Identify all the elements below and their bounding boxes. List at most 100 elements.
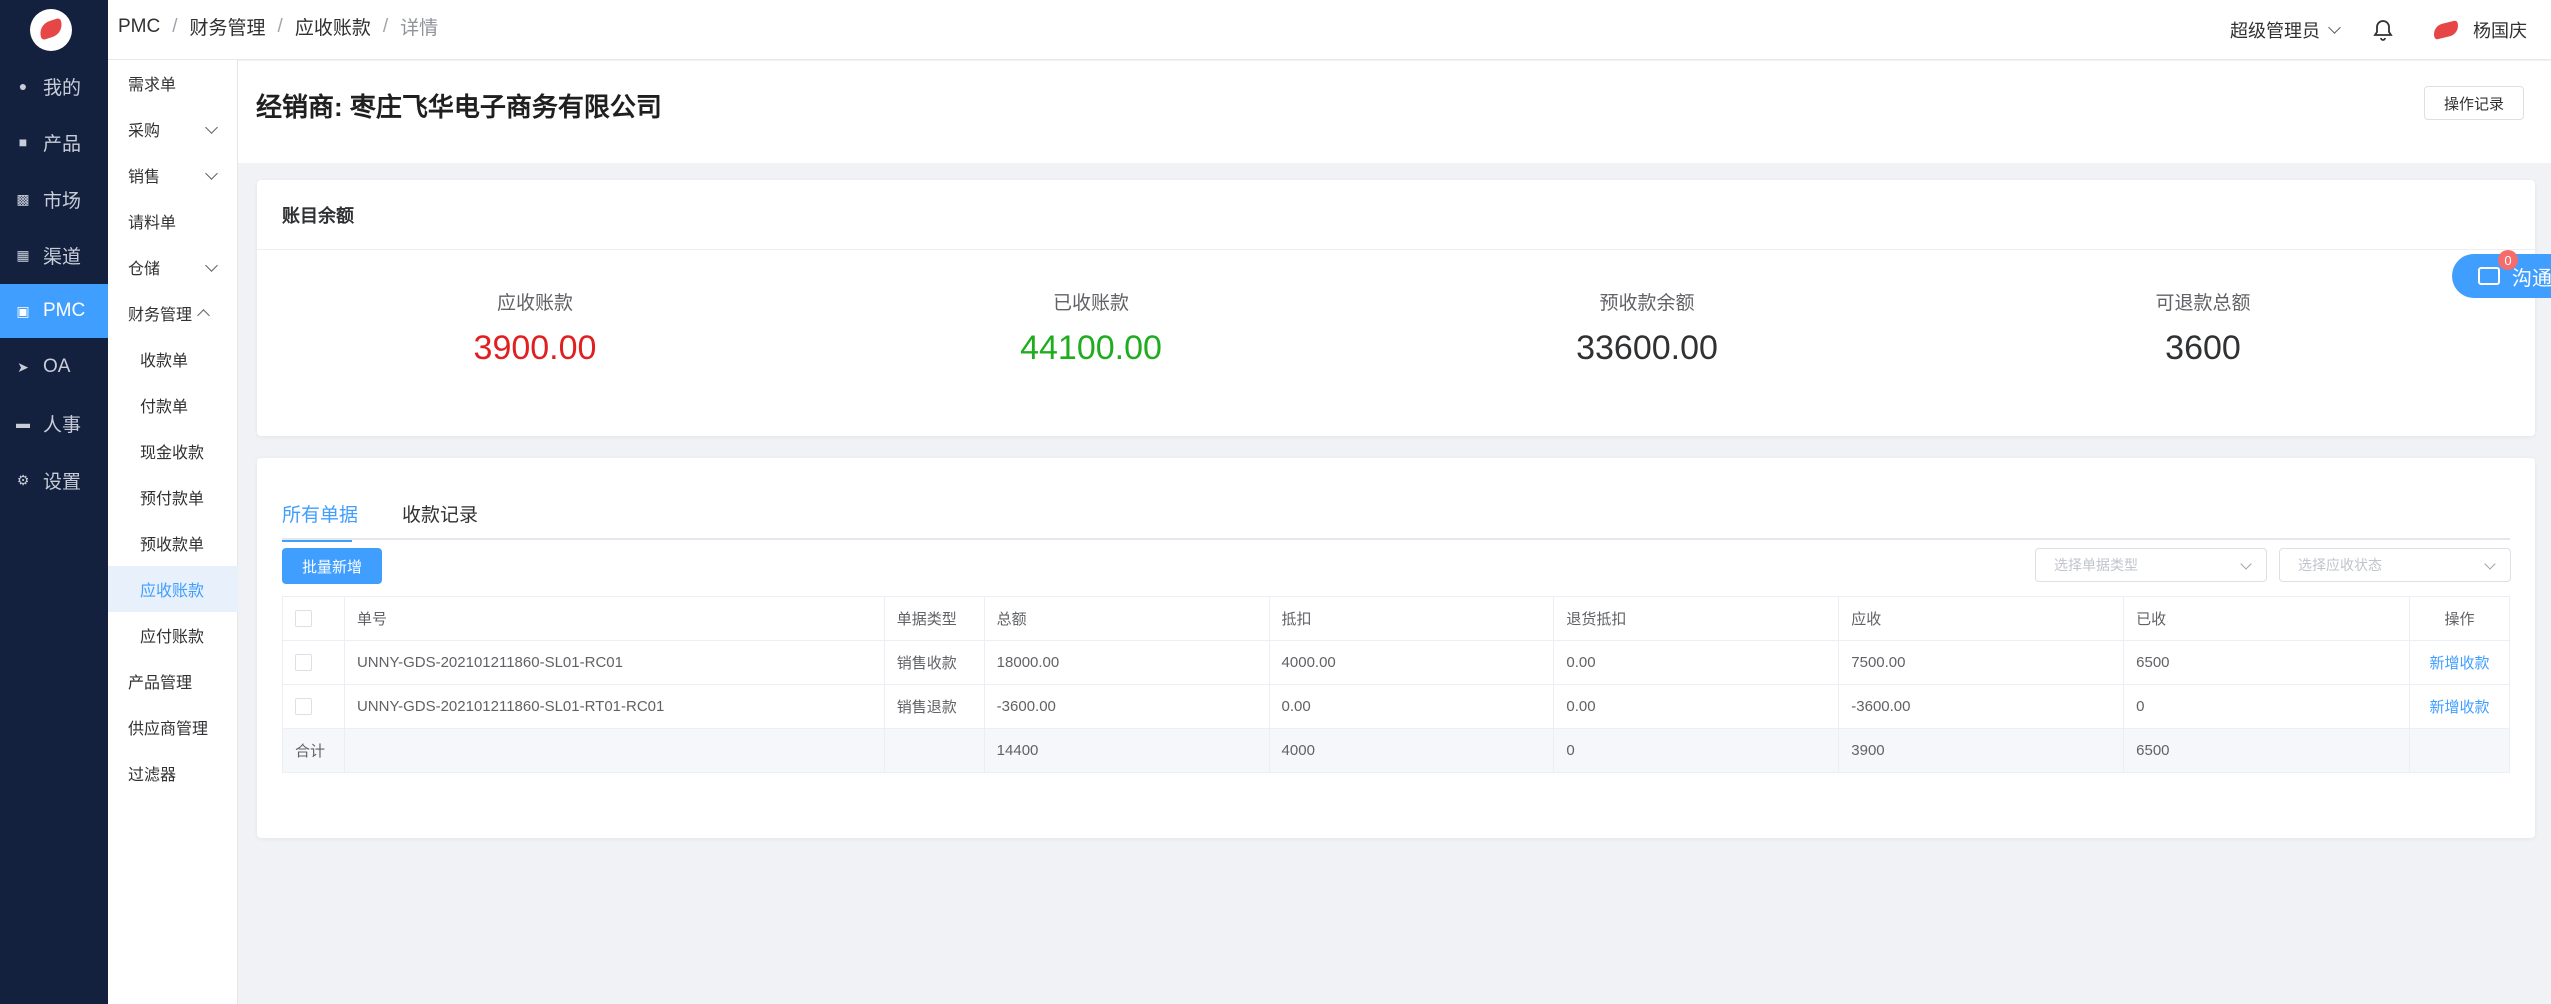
tab-label: 收款记录 bbox=[402, 505, 479, 526]
submenu-label: 请料单 bbox=[128, 215, 177, 232]
submenu-item-payables[interactable]: 应付账款 bbox=[108, 612, 238, 658]
cell-action: 新增收款 bbox=[2409, 684, 2510, 729]
tab-all-documents[interactable]: 所有单据 bbox=[282, 500, 359, 542]
clipboard-icon: ▣ bbox=[16, 303, 30, 319]
bird-logo-icon bbox=[37, 17, 65, 41]
chevron-down-icon bbox=[205, 167, 218, 180]
nav-item-product[interactable]: ■ 产品 bbox=[0, 115, 108, 169]
submenu-label: 财务管理 bbox=[128, 307, 193, 324]
select-placeholder: 选择应收状态 bbox=[2298, 557, 2382, 573]
tab-active-indicator bbox=[282, 540, 352, 542]
add-receipt-link[interactable]: 新增收款 bbox=[2429, 655, 2489, 672]
submenu-item-advance-receipt[interactable]: 预收款单 bbox=[108, 520, 238, 566]
nav-item-mine[interactable]: ● 我的 bbox=[0, 59, 108, 113]
cell-deduct: 0.00 bbox=[1268, 684, 1555, 729]
nav-item-pmc[interactable]: ▣ PMC bbox=[0, 284, 108, 338]
column-header: 总额 bbox=[983, 596, 1270, 641]
stat-label: 应收账款 bbox=[496, 293, 573, 314]
tab-label: 所有单据 bbox=[282, 505, 359, 526]
column-header: 操作 bbox=[2409, 596, 2510, 641]
submenu-item-receivables[interactable]: 应收账款 bbox=[108, 566, 238, 612]
submenu-item-finance[interactable]: 财务管理 bbox=[108, 290, 238, 336]
bell-icon[interactable] bbox=[2371, 18, 2395, 42]
unread-badge: 0 bbox=[2498, 250, 2518, 270]
submenu-label: 应付账款 bbox=[140, 629, 205, 646]
role-dropdown[interactable]: 超级管理员 bbox=[2230, 17, 2341, 43]
nav-item-hr[interactable]: ▬ 人事 bbox=[0, 396, 108, 450]
receivable-status-select[interactable]: 选择应收状态 bbox=[2279, 548, 2511, 582]
summary-label: 合计 bbox=[282, 728, 345, 773]
role-label: 超级管理员 bbox=[2230, 21, 2320, 41]
submenu-item-payment[interactable]: 付款单 bbox=[108, 382, 238, 428]
summary-return-deduct: 0 bbox=[1553, 728, 1840, 773]
submenu-item-prepayment[interactable]: 预付款单 bbox=[108, 474, 238, 520]
breadcrumb-item[interactable]: 应收账款 bbox=[295, 13, 371, 40]
chevron-down-icon bbox=[205, 121, 218, 134]
submenu-label: 收款单 bbox=[140, 353, 189, 370]
stat-label: 已收账款 bbox=[1052, 293, 1129, 314]
user-name[interactable]: 杨国庆 bbox=[2473, 17, 2527, 43]
submenu-item-product-management[interactable]: 产品管理 bbox=[108, 658, 238, 704]
column-header: 应收 bbox=[1838, 596, 2125, 641]
row-checkbox[interactable] bbox=[295, 654, 312, 672]
operation-log-button[interactable]: 操作记录 bbox=[2424, 86, 2524, 120]
select-all-checkbox[interactable] bbox=[295, 610, 312, 628]
chevron-down-icon bbox=[2328, 21, 2341, 34]
submenu-item-material-request[interactable]: 请料单 bbox=[108, 198, 238, 244]
breadcrumb-item[interactable]: 财务管理 bbox=[190, 13, 266, 40]
submenu-item-cash-receipt[interactable]: 现金收款 bbox=[108, 428, 238, 474]
tab-receipt-records[interactable]: 收款记录 bbox=[402, 500, 478, 540]
cell-receivable: 7500.00 bbox=[1838, 640, 2125, 685]
nav-item-oa[interactable]: ➤ OA bbox=[0, 340, 108, 394]
nav-item-channel[interactable]: ▦ 渠道 bbox=[0, 228, 108, 282]
stat-receivable: 应收账款 3900.00 bbox=[257, 288, 813, 368]
bird-logo-icon bbox=[2431, 20, 2461, 40]
briefcase-icon: ■ bbox=[18, 134, 28, 150]
top-header: PMC / 财务管理 / 应收账款 / 详情 超级管理员 杨国庆 bbox=[108, 0, 2551, 60]
column-header: 单据类型 bbox=[883, 596, 985, 641]
documents-table: 单号 单据类型 总额 抵扣 退货抵扣 应收 已收 操作 UNNY-GDS-202… bbox=[282, 596, 2510, 773]
cell-received: 0 bbox=[2123, 684, 2410, 729]
chevron-up-icon bbox=[197, 309, 210, 322]
cell-doc-type: 销售收款 bbox=[883, 640, 985, 685]
stat-received: 已收账款 44100.00 bbox=[813, 288, 1369, 368]
submenu-item-demand[interactable]: 需求单 bbox=[108, 60, 238, 106]
nav-item-settings[interactable]: ⚙ 设置 bbox=[0, 453, 108, 507]
app-logo[interactable] bbox=[30, 9, 72, 51]
nav-item-market[interactable]: ▩ 市场 bbox=[0, 172, 108, 226]
submenu-item-filter[interactable]: 过滤器 bbox=[108, 750, 238, 796]
documents-card: 所有单据 收款记录 批量新增 选择单据类型 选择应收状态 单号 单据类型 总额 … bbox=[257, 458, 2535, 838]
submenu-label: 需求单 bbox=[128, 77, 177, 94]
submenu-item-supplier-management[interactable]: 供应商管理 bbox=[108, 704, 238, 750]
row-select-cell bbox=[282, 640, 345, 685]
cell-doc-no: UNNY-GDS-202101211860-SL01-RC01 bbox=[343, 640, 885, 685]
stat-value: 33600.00 bbox=[1576, 329, 1718, 367]
submenu-label: 产品管理 bbox=[128, 675, 193, 692]
submenu-label: 预付款单 bbox=[140, 491, 205, 508]
submenu-item-purchase[interactable]: 采购 bbox=[108, 106, 238, 152]
breadcrumb-item[interactable]: PMC bbox=[118, 16, 160, 38]
summary-deduct: 4000 bbox=[1268, 728, 1555, 773]
cell-receivable: -3600.00 bbox=[1838, 684, 2125, 729]
breadcrumb-current: 详情 bbox=[400, 18, 439, 39]
submenu-item-receipt[interactable]: 收款单 bbox=[108, 336, 238, 382]
cell-return-deduct: 0.00 bbox=[1553, 640, 1840, 685]
row-checkbox[interactable] bbox=[295, 698, 312, 716]
breadcrumb-separator: / bbox=[277, 15, 283, 37]
batch-add-button[interactable]: 批量新增 bbox=[282, 548, 382, 584]
chat-float-button[interactable]: 沟通 0 bbox=[2452, 250, 2551, 298]
submenu-label: 过滤器 bbox=[128, 767, 177, 784]
nav-label: PMC bbox=[43, 300, 86, 321]
add-receipt-link[interactable]: 新增收款 bbox=[2429, 699, 2489, 716]
table-summary-row: 合计 14400 4000 0 3900 6500 bbox=[282, 728, 2510, 773]
avatar[interactable] bbox=[2429, 13, 2463, 47]
cell-return-deduct: 0.00 bbox=[1553, 684, 1840, 729]
document-type-select[interactable]: 选择单据类型 bbox=[2035, 548, 2267, 582]
nav-label: OA bbox=[43, 356, 71, 377]
chevron-down-icon bbox=[2484, 558, 2496, 570]
summary-receivable: 3900 bbox=[1838, 728, 2125, 773]
stat-value: 44100.00 bbox=[1020, 329, 1162, 367]
submenu-item-sales[interactable]: 销售 bbox=[108, 152, 238, 198]
nav-label: 人事 bbox=[43, 414, 82, 436]
submenu-item-warehouse[interactable]: 仓储 bbox=[108, 244, 238, 290]
